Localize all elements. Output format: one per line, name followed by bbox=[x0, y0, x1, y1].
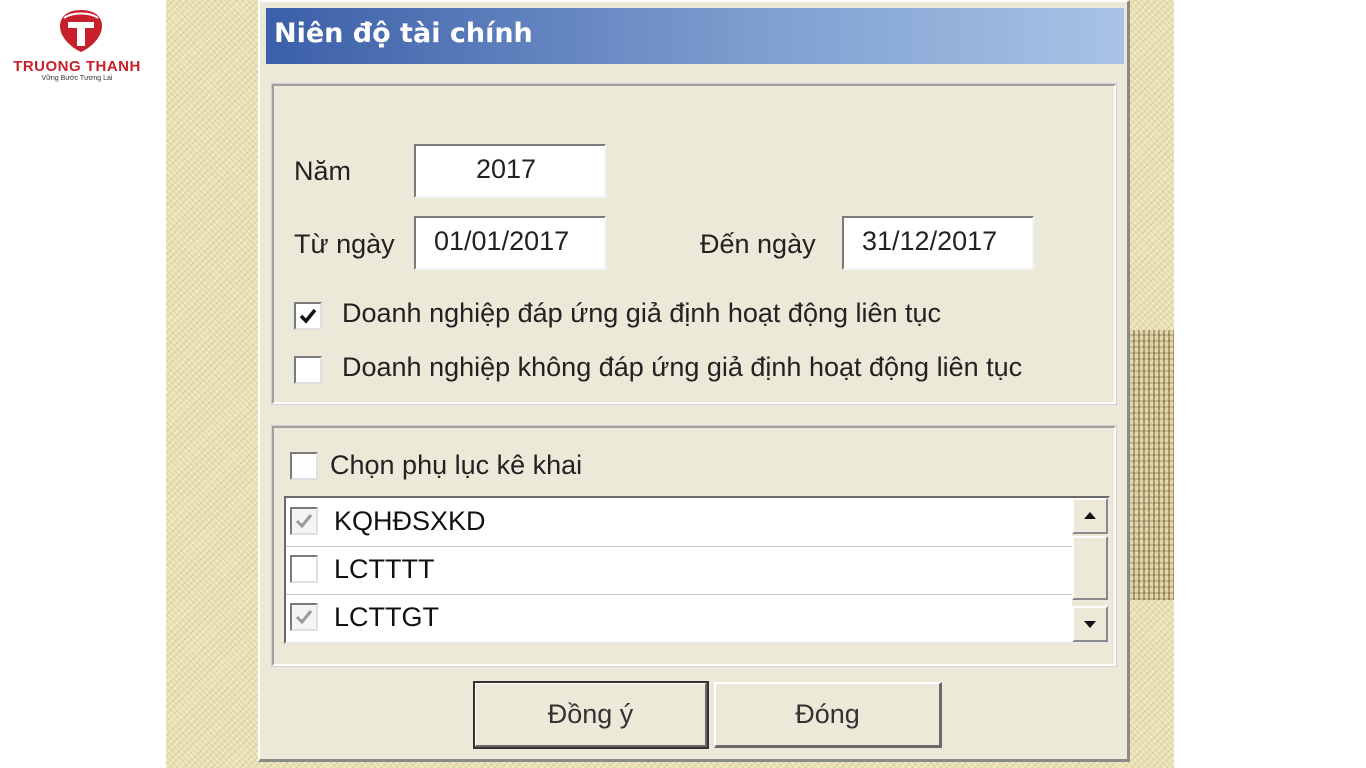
logo-shield-icon bbox=[60, 10, 102, 52]
select-appendix-checkbox[interactable] bbox=[290, 452, 318, 480]
year-input[interactable]: 2017 bbox=[414, 144, 606, 198]
select-appendix-label[interactable]: Chọn phụ lục kê khai bbox=[330, 450, 582, 481]
year-label: Năm bbox=[294, 156, 352, 186]
appendix-item-checkbox[interactable] bbox=[290, 603, 318, 631]
to-date-label: Đến ngày bbox=[700, 229, 816, 259]
to-date-input[interactable]: 31/12/2017 bbox=[842, 216, 1034, 270]
from-date-label: Từ ngày bbox=[294, 229, 395, 259]
background-texture bbox=[1128, 330, 1174, 600]
title-bar[interactable]: Niên độ tài chính bbox=[266, 8, 1124, 64]
from-date-input[interactable]: 01/01/2017 bbox=[414, 216, 606, 270]
appendix-item-label: LCTTTT bbox=[334, 554, 435, 584]
check-icon bbox=[295, 610, 313, 625]
appendix-item-checkbox[interactable] bbox=[290, 555, 318, 583]
appendix-list: KQHĐSXKD LCTTTT LCTTGT bbox=[284, 496, 1110, 644]
appendix-item-label: KQHĐSXKD bbox=[334, 506, 486, 536]
fiscal-year-dialog: Niên độ tài chính Năm 2017 Từ ngày 01/01… bbox=[258, 0, 1130, 762]
company-logo: TRUONG THANH Vững Bước Tương Lai bbox=[8, 8, 143, 88]
not-going-concern-label[interactable]: Doanh nghiệp không đáp ứng giả định hoạt… bbox=[342, 352, 1022, 383]
going-concern-checkbox[interactable] bbox=[294, 302, 322, 330]
list-item[interactable]: LCTTTT bbox=[286, 546, 1072, 595]
period-group: Năm 2017 Từ ngày 01/01/2017 Đến ngày 31/… bbox=[271, 83, 1117, 405]
appendix-item-label: LCTTGT bbox=[334, 602, 439, 632]
list-item[interactable]: KQHĐSXKD bbox=[286, 498, 1072, 547]
going-concern-label[interactable]: Doanh nghiệp đáp ứng giả định hoạt động … bbox=[342, 298, 941, 329]
logo-wordmark: TRUONG THANH bbox=[13, 58, 141, 75]
scroll-up-button[interactable] bbox=[1072, 498, 1108, 534]
appendix-group: Chọn phụ lục kê khai KQHĐSXKD LCTTTT LCT… bbox=[271, 425, 1117, 667]
list-item[interactable]: LCTTGT bbox=[286, 594, 1072, 642]
scroll-down-button[interactable] bbox=[1072, 606, 1108, 642]
scroll-thumb[interactable] bbox=[1072, 536, 1108, 600]
close-button[interactable]: Đóng bbox=[714, 682, 942, 748]
scroll-down-icon bbox=[1084, 621, 1096, 628]
list-scrollbar[interactable] bbox=[1072, 498, 1108, 642]
ok-button[interactable]: Đồng ý bbox=[473, 681, 709, 749]
not-going-concern-checkbox[interactable] bbox=[294, 356, 322, 384]
check-icon bbox=[299, 308, 317, 324]
dialog-title: Niên độ tài chính bbox=[274, 18, 533, 49]
logo-tagline: Vững Bước Tương Lai bbox=[41, 75, 113, 82]
scroll-up-icon bbox=[1084, 512, 1096, 519]
check-icon bbox=[295, 514, 313, 529]
appendix-item-checkbox[interactable] bbox=[290, 507, 318, 535]
